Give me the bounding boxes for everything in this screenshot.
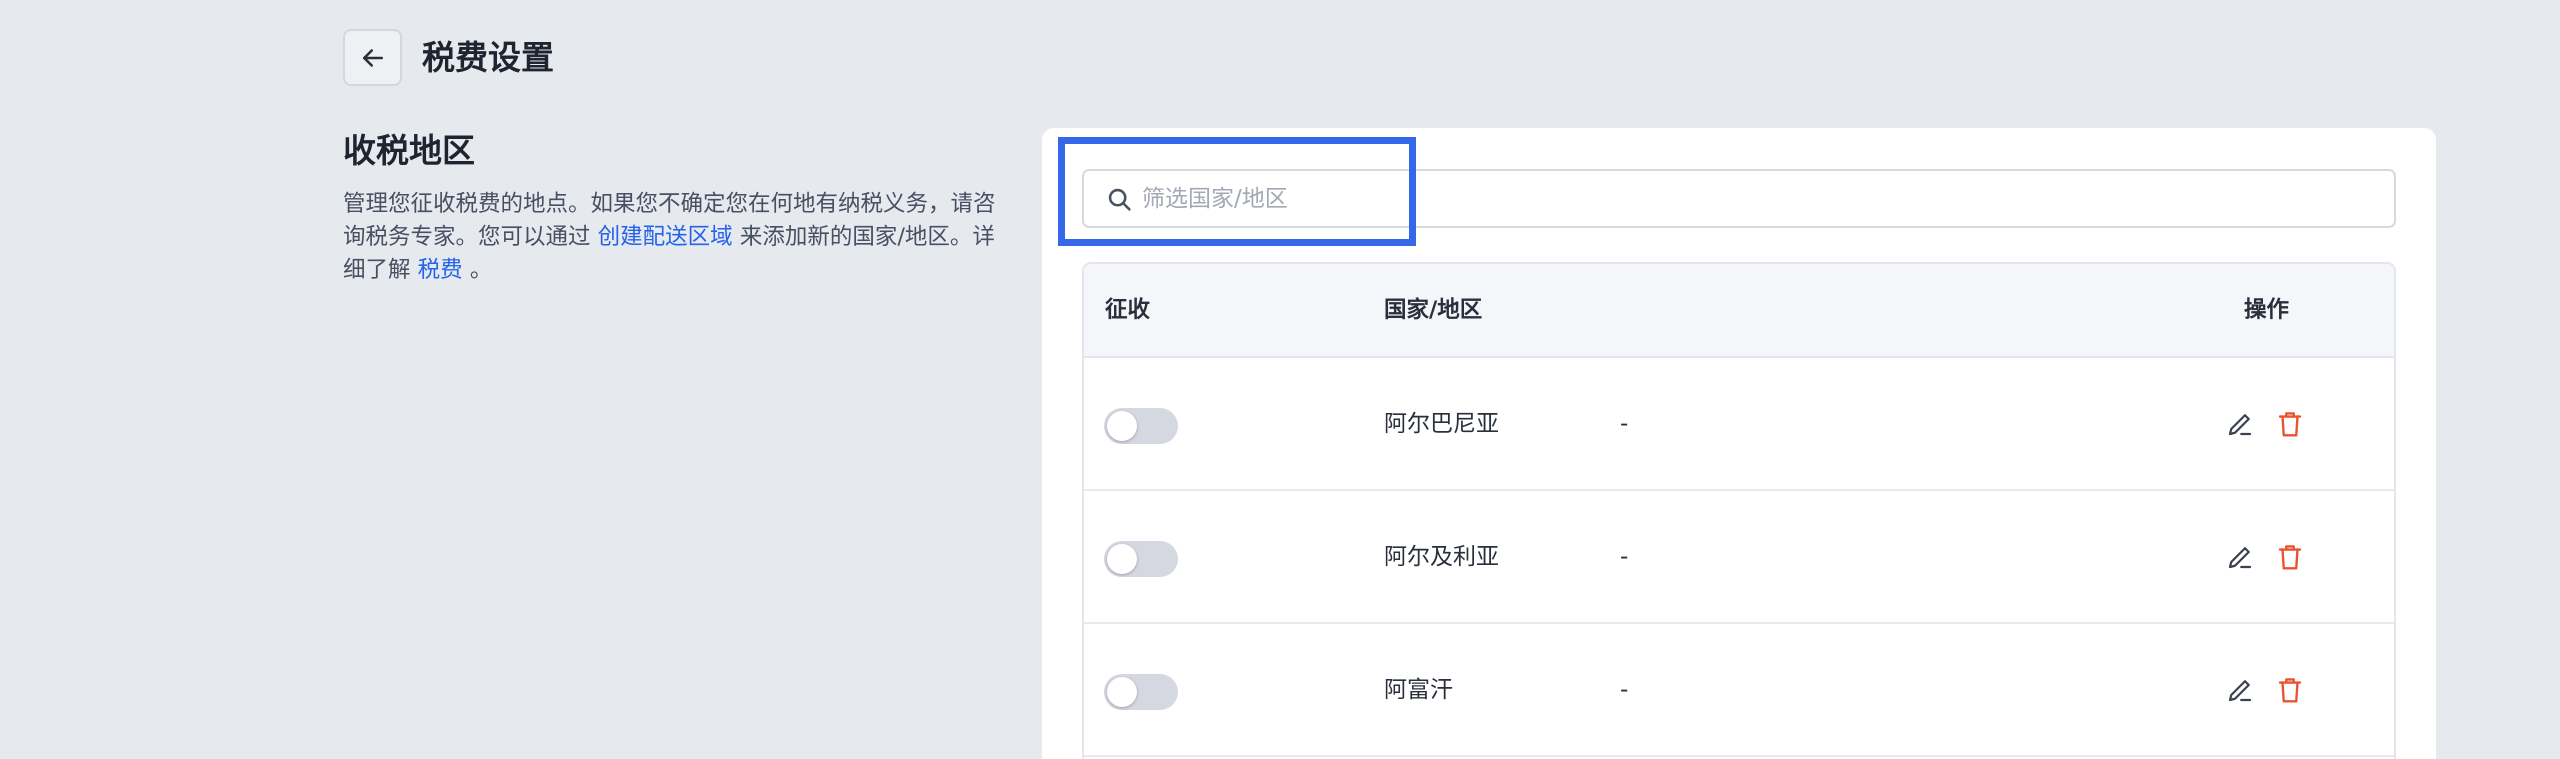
toggle-knob: [1107, 544, 1137, 574]
regions-table: 征收 国家/地区 操作 阿尔巴尼亚 - 阿尔及利亚 - 阿富汗 -: [1082, 262, 2396, 759]
column-header-collect: 征收: [1105, 297, 1151, 323]
taxes-link[interactable]: 税费: [418, 257, 463, 283]
country-name: 阿尔及利亚: [1384, 544, 1499, 570]
tax-rate: -: [1620, 544, 1629, 570]
table-row: 阿富汗 -: [1084, 624, 2394, 757]
column-header-actions: 操作: [2244, 297, 2290, 323]
toggle-knob: [1107, 411, 1137, 441]
description-text: 。: [462, 257, 493, 283]
tax-rate: -: [1620, 677, 1629, 703]
delete-button[interactable]: [2271, 671, 2309, 709]
collect-toggle[interactable]: [1104, 541, 1178, 577]
table-header: 征收 国家/地区 操作: [1084, 264, 2394, 358]
table-row: 阿尔及利亚 -: [1084, 491, 2394, 624]
edit-button[interactable]: [2221, 671, 2259, 709]
delete-button[interactable]: [2271, 538, 2309, 576]
country-name: 阿富汗: [1384, 677, 1453, 703]
pencil-icon: [2228, 547, 2252, 569]
section-description: 管理您征收税费的地点。如果您不确定您在何地有纳税义务，请咨询税务专家。您可以通过…: [343, 188, 1015, 287]
collect-toggle[interactable]: [1104, 408, 1178, 444]
trash-icon: [2278, 545, 2302, 570]
trash-icon: [2278, 678, 2302, 703]
search-box[interactable]: [1082, 169, 2396, 228]
section-title: 收税地区: [343, 131, 475, 170]
toggle-knob: [1107, 677, 1137, 707]
country-name: 阿尔巴尼亚: [1384, 411, 1499, 437]
back-button[interactable]: [343, 29, 402, 86]
delete-button[interactable]: [2271, 405, 2309, 443]
trash-icon: [2278, 412, 2302, 437]
arrow-left-icon: [362, 48, 383, 67]
create-shipping-zone-link[interactable]: 创建配送区域: [598, 224, 733, 250]
tax-settings-page: 税费设置 收税地区 管理您征收税费的地点。如果您不确定您在何地有纳税义务，请咨询…: [0, 0, 2560, 759]
table-row: 阿尔巴尼亚 -: [1084, 358, 2394, 491]
pencil-icon: [2228, 680, 2252, 702]
tax-rate: -: [1620, 411, 1629, 437]
page-title: 税费设置: [422, 38, 554, 77]
edit-button[interactable]: [2221, 405, 2259, 443]
collect-toggle[interactable]: [1104, 674, 1178, 710]
pencil-icon: [2228, 414, 2252, 436]
search-input[interactable]: [1142, 171, 2382, 226]
edit-button[interactable]: [2221, 538, 2259, 576]
search-icon: [1108, 188, 1131, 211]
column-header-country: 国家/地区: [1384, 297, 1483, 323]
